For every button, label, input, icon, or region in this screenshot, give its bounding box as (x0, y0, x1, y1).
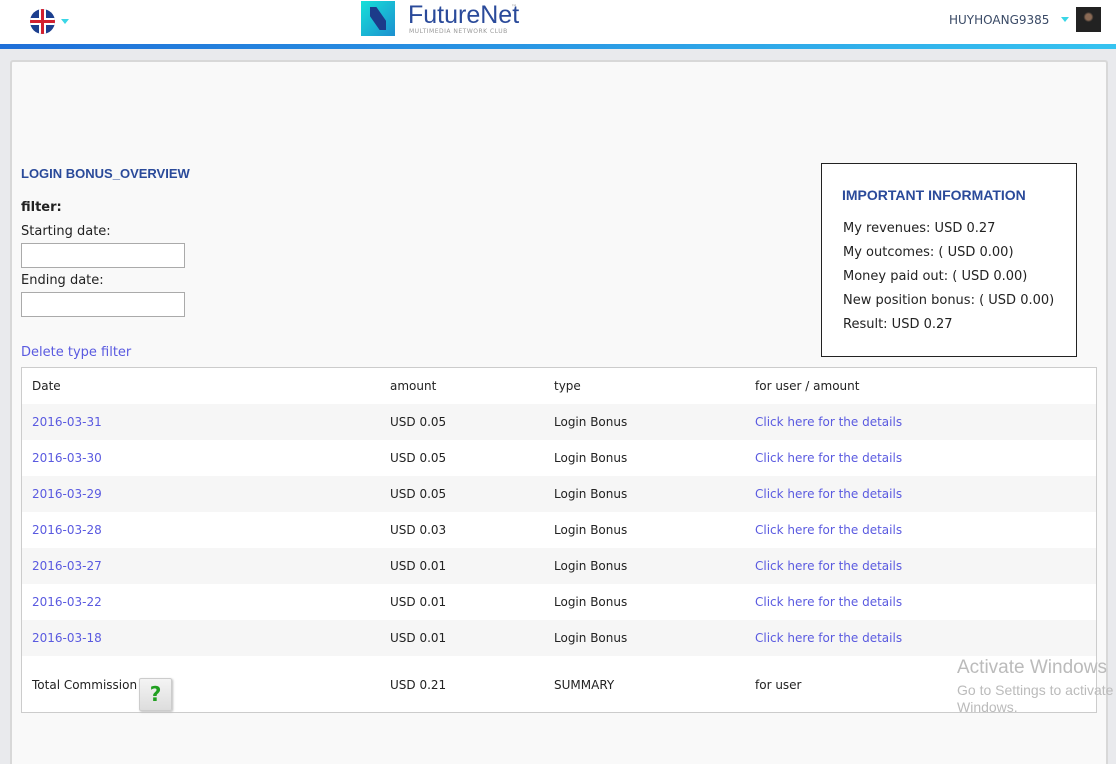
total-label: Total Commission (32, 678, 138, 692)
row-details-link[interactable]: Click here for the details (755, 523, 902, 537)
row-details-link[interactable]: Click here for the details (755, 487, 902, 501)
row-type: Login Bonus (554, 487, 628, 501)
row-type: Login Bonus (554, 631, 628, 645)
filter-label: filter: (21, 200, 62, 215)
row-amount: USD 0.03 (390, 523, 447, 537)
row-date-link[interactable]: 2016-03-31 (32, 415, 102, 429)
row-type: Login Bonus (554, 451, 628, 465)
uk-flag-icon[interactable] (30, 9, 55, 34)
row-amount: USD 0.05 (390, 487, 447, 501)
total-row: Total Commission ? USD 0.21 SUMMARY for … (22, 667, 1096, 711)
info-result: Result: USD 0.27 (843, 317, 953, 332)
row-amount: USD 0.01 (390, 631, 447, 645)
row-details-link[interactable]: Click here for the details (755, 415, 902, 429)
starting-date-label: Starting date: (21, 224, 111, 239)
activate-windows-subtitle: Go to Settings to activate Windows. (957, 682, 1114, 715)
row-date-link[interactable]: 2016-03-29 (32, 487, 102, 501)
total-user: for user (755, 678, 802, 692)
help-question-icon[interactable]: ? (139, 678, 172, 711)
row-amount: USD 0.01 (390, 595, 447, 609)
table-row: 2016-03-22 USD 0.01 Login Bonus Click he… (22, 584, 1096, 620)
row-details-link[interactable]: Click here for the details (755, 559, 902, 573)
row-date-link[interactable]: 2016-03-18 (32, 631, 102, 645)
ending-date-label: Ending date: (21, 273, 104, 288)
header-amount: amount (390, 379, 437, 393)
row-date-link[interactable]: 2016-03-22 (32, 595, 102, 609)
row-amount: USD 0.05 (390, 451, 447, 465)
brand-tagline: MULTIMEDIA NETWORK CLUB (409, 28, 508, 35)
row-type: Login Bonus (554, 559, 628, 573)
row-date-link[interactable]: 2016-03-28 (32, 523, 102, 537)
ending-date-input[interactable] (21, 292, 185, 317)
header-divider (0, 44, 1116, 49)
table-row: 2016-03-30 USD 0.05 Login Bonus Click he… (22, 440, 1096, 476)
row-date-link[interactable]: 2016-03-27 (32, 559, 102, 573)
row-type: Login Bonus (554, 523, 628, 537)
table-header: Date amount type for user / amount (22, 368, 1096, 404)
row-type: Login Bonus (554, 415, 628, 429)
delete-type-filter-link[interactable]: Delete type filter (21, 345, 131, 360)
info-revenues: My revenues: USD 0.27 (843, 221, 996, 236)
table-row: 2016-03-27 USD 0.01 Login Bonus Click he… (22, 548, 1096, 584)
language-chevron-down-icon[interactable] (61, 19, 69, 24)
info-title: IMPORTANT INFORMATION (842, 187, 1026, 203)
avatar[interactable] (1076, 7, 1101, 32)
row-amount: USD 0.01 (390, 559, 447, 573)
username-menu[interactable]: HUYHOANG9385 (949, 13, 1049, 27)
table-row: 2016-03-31 USD 0.05 Login Bonus Click he… (22, 404, 1096, 440)
activate-windows-title: Activate Windows (957, 657, 1107, 678)
starting-date-input[interactable] (21, 243, 185, 268)
futurenet-logo-icon[interactable] (361, 1, 395, 36)
header-type: type (554, 379, 581, 393)
row-date-link[interactable]: 2016-03-30 (32, 451, 102, 465)
table-row: 2016-03-28 USD 0.03 Login Bonus Click he… (22, 512, 1096, 548)
info-paid-out: Money paid out: ( USD 0.00) (843, 269, 1028, 284)
bonus-table: Date amount type for user / amount 2016-… (21, 367, 1097, 713)
row-amount: USD 0.05 (390, 415, 447, 429)
row-details-link[interactable]: Click here for the details (755, 451, 902, 465)
info-outcomes: My outcomes: ( USD 0.00) (843, 245, 1014, 260)
important-information-box: IMPORTANT INFORMATION My revenues: USD 0… (821, 163, 1077, 357)
header-for-user: for user / amount (755, 379, 860, 393)
table-row: 2016-03-29 USD 0.05 Login Bonus Click he… (22, 476, 1096, 512)
page-title: LOGIN BONUS_OVERVIEW (21, 166, 190, 181)
table-row: 2016-03-18 USD 0.01 Login Bonus Click he… (22, 620, 1096, 656)
total-type: SUMMARY (554, 678, 615, 692)
top-bar: FutureNet ™ MULTIMEDIA NETWORK CLUB HUYH… (0, 0, 1116, 44)
header-date: Date (32, 379, 61, 393)
row-details-link[interactable]: Click here for the details (755, 595, 902, 609)
user-chevron-down-icon[interactable] (1061, 17, 1069, 22)
row-type: Login Bonus (554, 595, 628, 609)
info-position-bonus: New position bonus: ( USD 0.00) (843, 293, 1055, 308)
trademark: ™ (511, 4, 517, 11)
total-amount: USD 0.21 (390, 678, 447, 692)
row-details-link[interactable]: Click here for the details (755, 631, 902, 645)
brand-name[interactable]: FutureNet (408, 1, 519, 30)
